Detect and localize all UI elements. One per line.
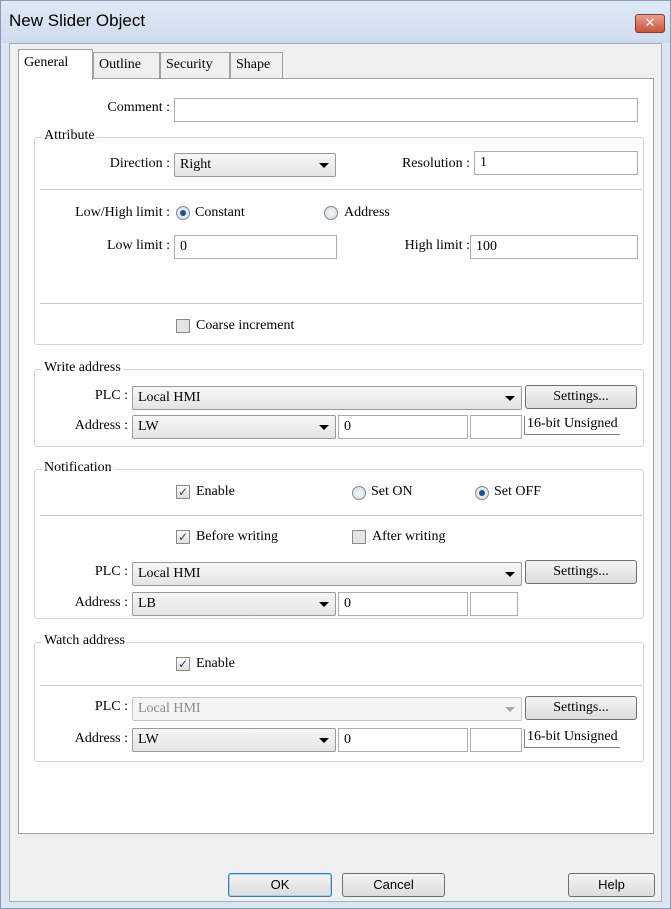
attribute-group-title: Attribute xyxy=(42,128,97,144)
constant-label: Constant xyxy=(195,205,245,220)
watch-address-label: Address : xyxy=(74,731,128,746)
write-address-label: Address : xyxy=(74,418,128,433)
write-address-extra-field[interactable] xyxy=(470,415,522,439)
set-on-label: Set ON xyxy=(371,484,413,499)
notification-settings-button[interactable]: Settings... xyxy=(525,560,637,584)
notification-address-extra-field[interactable] xyxy=(470,592,518,616)
notification-divider xyxy=(40,515,642,516)
notification-address-label: Address : xyxy=(74,595,128,610)
tab-label: Security xyxy=(166,57,213,72)
before-writing-checkbox[interactable]: ✓ xyxy=(176,530,190,544)
write-plc-select[interactable]: Local HMI xyxy=(132,386,522,410)
watch-plc-select[interactable]: Local HMI xyxy=(132,697,522,721)
watch-data-type: 16-bit Unsigned xyxy=(524,729,620,748)
before-writing-label: Before writing xyxy=(196,529,279,544)
write-data-type: 16-bit Unsigned xyxy=(524,416,620,435)
tab-outline[interactable]: Outline xyxy=(93,52,160,78)
high-limit-field[interactable]: 100 xyxy=(470,235,638,259)
watch-address-extra-field[interactable] xyxy=(470,728,522,752)
notification-device-value: LB xyxy=(138,596,156,611)
tab-security[interactable]: Security xyxy=(160,52,230,78)
chevron-down-icon xyxy=(319,163,329,168)
direction-label: Direction : xyxy=(109,156,170,171)
write-plc-value: Local HMI xyxy=(138,390,201,405)
after-writing-label: After writing xyxy=(372,529,446,544)
resolution-field[interactable]: 1 xyxy=(474,151,638,175)
chevron-down-icon xyxy=(505,572,515,577)
resolution-label: Resolution : xyxy=(401,156,470,171)
ok-button[interactable]: OK xyxy=(228,873,332,897)
tab-label: General xyxy=(24,55,69,70)
address-radio-label: Address xyxy=(344,205,390,220)
title-bar: New Slider Object ✕ xyxy=(1,1,670,43)
notification-device-select[interactable]: LB xyxy=(132,592,336,616)
tab-label: Shape xyxy=(236,57,271,72)
help-button[interactable]: Help xyxy=(568,873,655,897)
notification-plc-select[interactable]: Local HMI xyxy=(132,562,522,586)
attribute-divider-2 xyxy=(40,303,642,304)
tab-general[interactable]: General xyxy=(18,49,93,80)
write-plc-label: PLC : xyxy=(94,388,128,403)
notification-plc-value: Local HMI xyxy=(138,566,201,581)
comment-field[interactable] xyxy=(174,98,638,122)
watch-enable-checkbox[interactable]: ✓ xyxy=(176,657,190,671)
watch-device-select[interactable]: LW xyxy=(132,728,336,752)
window-title: New Slider Object xyxy=(9,11,146,30)
watch-address-group-title: Watch address xyxy=(42,633,127,649)
notification-enable-checkbox[interactable]: ✓ xyxy=(176,485,190,499)
constant-radio[interactable] xyxy=(176,206,190,220)
lowhigh-limit-label: Low/High limit : xyxy=(75,205,170,220)
coarse-increment-checkbox[interactable] xyxy=(176,319,190,333)
comment-label: Comment : xyxy=(107,100,170,115)
watch-plc-label: PLC : xyxy=(94,699,128,714)
set-on-radio[interactable] xyxy=(352,486,366,500)
watch-plc-value: Local HMI xyxy=(138,701,201,716)
address-radio[interactable] xyxy=(324,206,338,220)
tab-shape[interactable]: Shape xyxy=(230,52,283,78)
watch-enable-label: Enable xyxy=(196,656,235,671)
set-off-radio[interactable] xyxy=(475,486,489,500)
direction-value: Right xyxy=(180,157,212,172)
write-address-group-title: Write address xyxy=(42,360,123,376)
write-address-field[interactable]: 0 xyxy=(338,415,468,439)
watch-settings-button[interactable]: Settings... xyxy=(525,696,637,720)
direction-select[interactable]: Right xyxy=(174,153,336,177)
chevron-down-icon xyxy=(505,396,515,401)
write-device-value: LW xyxy=(138,419,159,434)
low-limit-field[interactable]: 0 xyxy=(174,235,337,259)
notification-plc-label: PLC : xyxy=(94,564,128,579)
write-device-select[interactable]: LW xyxy=(132,415,336,439)
after-writing-checkbox[interactable] xyxy=(352,530,366,544)
cancel-button[interactable]: Cancel xyxy=(342,873,445,897)
watch-device-value: LW xyxy=(138,732,159,747)
close-icon[interactable]: ✕ xyxy=(635,14,665,33)
tab-label: Outline xyxy=(99,57,141,72)
low-limit-label: Low limit : xyxy=(107,238,170,253)
watch-divider xyxy=(40,685,642,686)
chevron-down-icon xyxy=(319,738,329,743)
notification-enable-label: Enable xyxy=(196,484,235,499)
high-limit-label: High limit : xyxy=(404,238,470,253)
notification-address-field[interactable]: 0 xyxy=(338,592,468,616)
attribute-divider xyxy=(40,189,642,190)
coarse-increment-label: Coarse increment xyxy=(196,318,295,333)
chevron-down-icon xyxy=(319,602,329,607)
write-settings-button[interactable]: Settings... xyxy=(525,385,637,409)
watch-address-field[interactable]: 0 xyxy=(338,728,468,752)
set-off-label: Set OFF xyxy=(494,484,542,499)
chevron-down-icon xyxy=(319,425,329,430)
notification-group-title: Notification xyxy=(42,460,114,476)
chevron-down-icon xyxy=(505,707,515,712)
